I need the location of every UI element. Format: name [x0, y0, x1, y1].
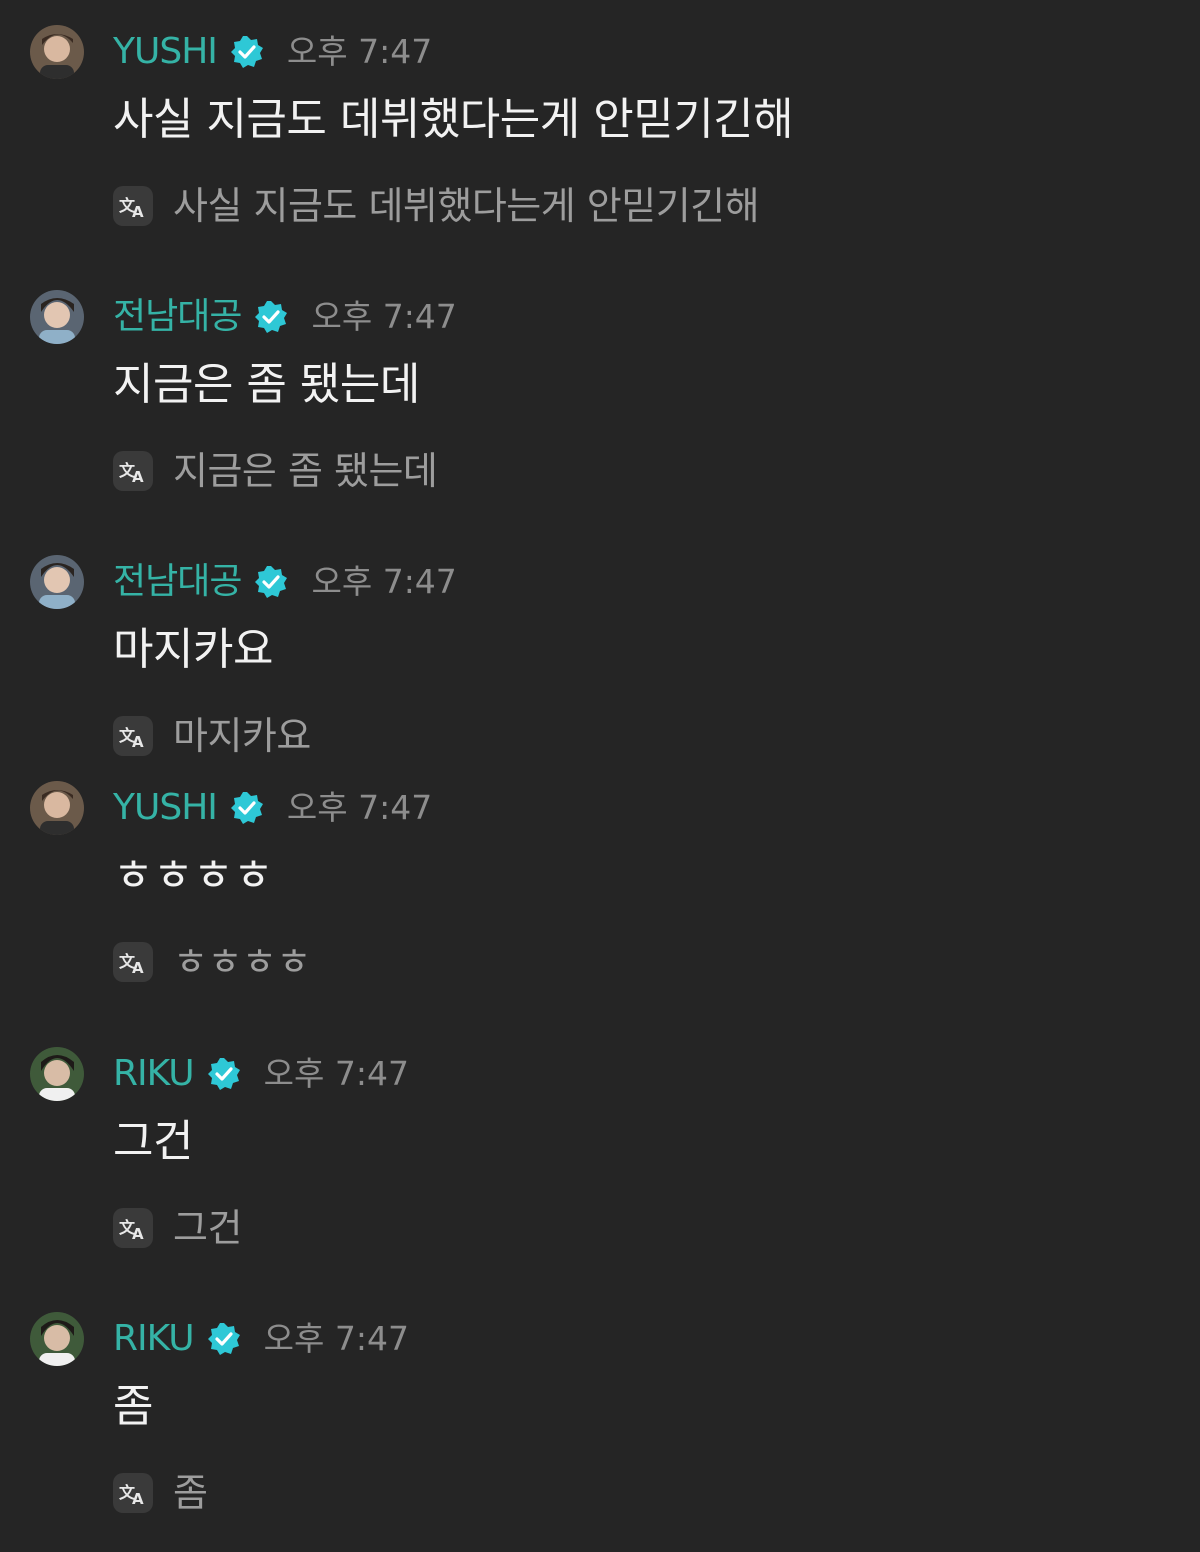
username[interactable]: YUSHI	[113, 25, 218, 79]
verified-badge-icon	[206, 1056, 242, 1092]
translate-icon[interactable]: 文A	[113, 1473, 153, 1513]
message-text: 좀	[113, 1381, 153, 1432]
translation-row: 文A 좀	[113, 1470, 208, 1516]
translation-row: 文A 사실 지금도 데뷔했다는게 안믿기긴해	[113, 183, 760, 229]
chat-message: RIKU 오후 7:47 그건 文A 그건	[0, 1047, 1200, 1287]
translation-text: 마지카요	[173, 714, 311, 758]
timestamp: 오후 7:47	[311, 562, 457, 601]
verified-badge-icon	[253, 564, 289, 600]
timestamp: 오후 7:47	[263, 1319, 409, 1358]
translation-row: 文A 지금은 좀 됐는데	[113, 448, 438, 494]
verified-badge-icon	[229, 790, 265, 826]
verified-badge-icon	[206, 1321, 242, 1357]
translate-icon[interactable]: 文A	[113, 451, 153, 491]
message-header: YUSHI 오후 7:47	[113, 25, 432, 79]
username[interactable]: 전남대공	[113, 555, 242, 609]
avatar[interactable]	[30, 1047, 84, 1101]
message-text: 사실 지금도 데뷔했다는게 안믿기긴해	[113, 94, 794, 145]
avatar[interactable]	[30, 1312, 84, 1366]
verified-badge-icon	[229, 34, 265, 70]
message-text: 지금은 좀 됐는데	[113, 359, 420, 410]
translation-text: 좀	[173, 1471, 208, 1515]
translation-text: 사실 지금도 데뷔했다는게 안믿기긴해	[173, 184, 760, 228]
translation-row: 文A 마지카요	[113, 713, 311, 759]
svg-text:A: A	[132, 1225, 144, 1241]
username[interactable]: RIKU	[113, 1312, 195, 1366]
translate-icon[interactable]: 文A	[113, 716, 153, 756]
svg-text:A: A	[132, 959, 144, 975]
svg-text:A: A	[132, 203, 144, 219]
message-text: 그건	[113, 1116, 193, 1167]
translate-icon[interactable]: 文A	[113, 1208, 153, 1248]
message-header: 전남대공 오후 7:47	[113, 555, 457, 609]
timestamp: 오후 7:47	[286, 32, 433, 71]
translation-text: ㅎㅎㅎㅎ	[173, 940, 311, 984]
message-header: RIKU 오후 7:47	[113, 1047, 409, 1101]
chat-message: YUSHI 오후 7:47 사실 지금도 데뷔했다는게 안믿기긴해 文A 사실 …	[0, 25, 1200, 265]
svg-text:A: A	[132, 733, 144, 749]
svg-text:A: A	[132, 1490, 144, 1506]
timestamp: 오후 7:47	[263, 1054, 409, 1093]
svg-text:A: A	[132, 468, 144, 484]
translation-row: 文A ㅎㅎㅎㅎ	[113, 939, 311, 985]
chat-message: 전남대공 오후 7:47 마지카요 文A 마지카요	[0, 555, 1200, 795]
verified-badge-icon	[253, 299, 289, 335]
message-header: RIKU 오후 7:47	[113, 1312, 409, 1366]
message-header: YUSHI 오후 7:47	[113, 781, 432, 835]
chat-message: RIKU 오후 7:47 좀 文A 좀	[0, 1312, 1200, 1552]
translation-text: 지금은 좀 됐는데	[173, 449, 438, 493]
message-header: 전남대공 오후 7:47	[113, 290, 457, 344]
avatar[interactable]	[30, 290, 84, 344]
username[interactable]: RIKU	[113, 1047, 195, 1101]
avatar[interactable]	[30, 781, 84, 835]
chat-message: YUSHI 오후 7:47 ㅎㅎㅎㅎ 文A ㅎㅎㅎㅎ	[0, 781, 1200, 1021]
avatar[interactable]	[30, 25, 84, 79]
translate-icon[interactable]: 文A	[113, 186, 153, 226]
username[interactable]: YUSHI	[113, 781, 218, 835]
username[interactable]: 전남대공	[113, 290, 242, 344]
avatar[interactable]	[30, 555, 84, 609]
timestamp: 오후 7:47	[311, 297, 457, 336]
message-text: 마지카요	[113, 624, 273, 675]
message-text: ㅎㅎㅎㅎ	[113, 850, 273, 901]
translate-icon[interactable]: 文A	[113, 942, 153, 982]
translation-row: 文A 그건	[113, 1205, 242, 1251]
timestamp: 오후 7:47	[286, 788, 433, 827]
translation-text: 그건	[173, 1206, 242, 1250]
chat-message: 전남대공 오후 7:47 지금은 좀 됐는데 文A 지금은 좀 됐는데	[0, 290, 1200, 530]
